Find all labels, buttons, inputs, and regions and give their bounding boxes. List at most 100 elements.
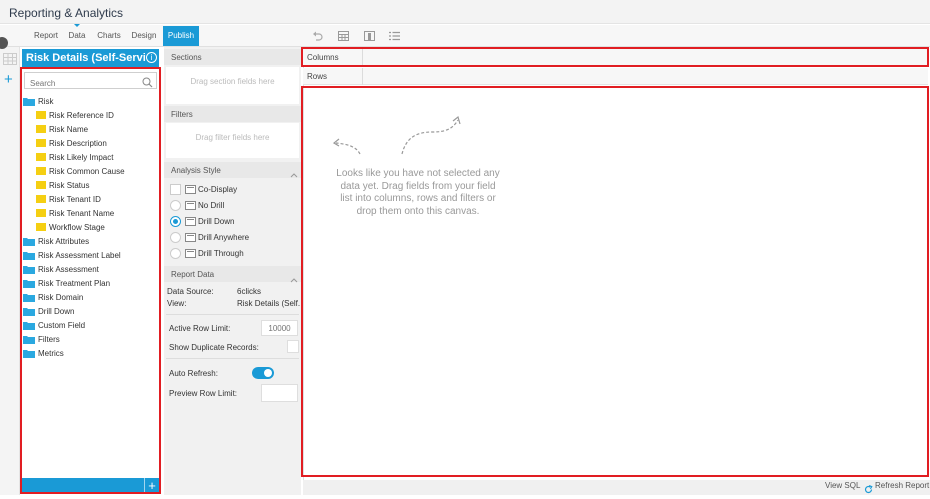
app-header	[0, 0, 930, 24]
list-icon[interactable]	[387, 29, 401, 42]
field-item[interactable]: Risk Name	[36, 122, 158, 136]
field-icon	[36, 209, 46, 217]
radio-button[interactable]	[170, 215, 181, 227]
preview-row-limit-label: Preview Row Limit:	[169, 389, 238, 398]
tab-design[interactable]: Design	[128, 26, 160, 46]
tree-folder-label: Risk Assessment Label	[38, 250, 121, 260]
show-duplicates-checkbox[interactable]	[287, 340, 299, 353]
refresh-icon[interactable]	[864, 481, 873, 499]
sections-drop-zone[interactable]: Drag section fields here	[166, 67, 299, 104]
field-icon	[36, 167, 46, 175]
option-label: Drill Down	[198, 216, 235, 226]
analysis-option[interactable]: Drill Down	[170, 214, 234, 228]
refresh-report-link[interactable]: Refresh Report	[875, 481, 929, 490]
radio-button[interactable]	[170, 231, 181, 243]
tree-folder-risk[interactable]: Risk	[23, 94, 158, 108]
field-icon	[36, 139, 46, 147]
folder-icon	[23, 279, 35, 288]
columns-bar[interactable]	[303, 49, 928, 67]
toggle-knob	[264, 369, 272, 377]
tree-folder[interactable]: Drill Down	[23, 304, 158, 318]
folder-icon	[23, 237, 35, 246]
analysis-option[interactable]: Drill Anywhere	[170, 230, 249, 244]
tree-folder-label: Risk Domain	[38, 292, 84, 302]
add-icon[interactable]: +	[4, 72, 13, 87]
tree-folder[interactable]: Metrics	[23, 346, 158, 360]
field-panel-title: Risk Details (Self-Servi...	[26, 52, 146, 64]
rows-label: Rows	[307, 72, 328, 81]
auto-refresh-toggle[interactable]	[252, 367, 274, 379]
view-sql-link[interactable]: View SQL	[825, 481, 860, 490]
field-label: Risk Status	[49, 180, 90, 190]
folder-icon	[23, 251, 35, 260]
analysis-option[interactable]: Co-Display	[170, 182, 237, 196]
collapse-analysis-icon[interactable]	[290, 165, 298, 183]
collapse-report-data-icon[interactable]	[290, 270, 298, 288]
active-row-limit-input[interactable]	[261, 320, 298, 336]
field-label: Risk Description	[49, 138, 107, 148]
folder-icon	[23, 349, 35, 358]
folder-icon	[23, 307, 35, 316]
field-label: Risk Reference ID	[49, 110, 114, 120]
folder-icon	[23, 293, 35, 302]
field-item[interactable]: Risk Common Cause	[36, 164, 158, 178]
analysis-option[interactable]: No Drill	[170, 198, 224, 212]
column-layout-icon[interactable]	[362, 29, 376, 42]
field-label: Risk Name	[49, 124, 89, 134]
tree-folder-label: Metrics	[38, 348, 64, 358]
data-source-value: 6clicks	[237, 287, 262, 296]
tree-folder[interactable]: Risk Treatment Plan	[23, 276, 158, 290]
field-item[interactable]: Risk Description	[36, 136, 158, 150]
tree-folder[interactable]: Risk Domain	[23, 290, 158, 304]
field-icon	[36, 195, 46, 203]
rows-divider	[362, 68, 363, 85]
field-item[interactable]: Risk Tenant Name	[36, 206, 158, 220]
field-item[interactable]: Risk Status	[36, 178, 158, 192]
field-icon	[36, 181, 46, 189]
info-icon[interactable]: i	[146, 52, 157, 63]
field-item[interactable]: Risk Tenant ID	[36, 192, 158, 206]
option-label: Drill Anywhere	[198, 232, 250, 242]
radio-button[interactable]	[170, 247, 181, 259]
tree-folder-label: Risk Attributes	[38, 236, 90, 246]
tab-publish[interactable]: Publish	[163, 26, 199, 46]
search-box[interactable]	[24, 72, 157, 91]
tab-report[interactable]: Report	[31, 26, 61, 46]
field-item[interactable]: Risk Reference ID	[36, 108, 158, 122]
tree-folder[interactable]: Custom Field	[23, 318, 158, 332]
folder-icon	[23, 335, 35, 344]
analysis-style-header: Analysis Style	[164, 162, 301, 178]
undo-icon[interactable]	[310, 29, 324, 42]
search-icon	[142, 75, 153, 93]
radio-button[interactable]	[170, 199, 181, 211]
field-item[interactable]: Risk Likely Impact	[36, 150, 158, 164]
tree-folder[interactable]: Risk Attributes	[23, 234, 158, 248]
table-icon[interactable]	[336, 29, 350, 42]
field-label: Risk Likely Impact	[49, 152, 114, 162]
option-label: Drill Through	[198, 248, 244, 258]
option-icon	[185, 248, 196, 258]
tab-data[interactable]: Data	[64, 26, 90, 46]
add-field-button[interactable]: +	[144, 478, 159, 493]
filters-drop-zone[interactable]: Drag filter fields here	[166, 123, 299, 158]
field-label: Risk Tenant Name	[49, 208, 115, 218]
divider	[166, 314, 299, 315]
tree-folder[interactable]: Risk Assessment	[23, 262, 158, 276]
field-item[interactable]: Workflow Stage	[36, 220, 158, 234]
grid-icon[interactable]	[3, 52, 17, 70]
tree-folder-label: Risk Treatment Plan	[38, 278, 111, 288]
option-icon	[185, 216, 196, 226]
sections-header: Sections	[164, 49, 301, 65]
search-input[interactable]	[25, 76, 156, 91]
tab-charts[interactable]: Charts	[93, 26, 125, 46]
analysis-option[interactable]: Drill Through	[170, 246, 244, 260]
field-icon	[36, 223, 46, 231]
tree-folder[interactable]: Risk Assessment Label	[23, 248, 158, 262]
checkbox[interactable]	[170, 183, 181, 195]
divider	[166, 358, 299, 359]
preview-row-limit-input[interactable]	[261, 384, 298, 402]
rows-bar[interactable]	[303, 68, 928, 85]
tree-folder[interactable]: Filters	[23, 332, 158, 346]
canvas-divider	[303, 47, 304, 495]
field-label: Risk Tenant ID	[49, 194, 101, 204]
